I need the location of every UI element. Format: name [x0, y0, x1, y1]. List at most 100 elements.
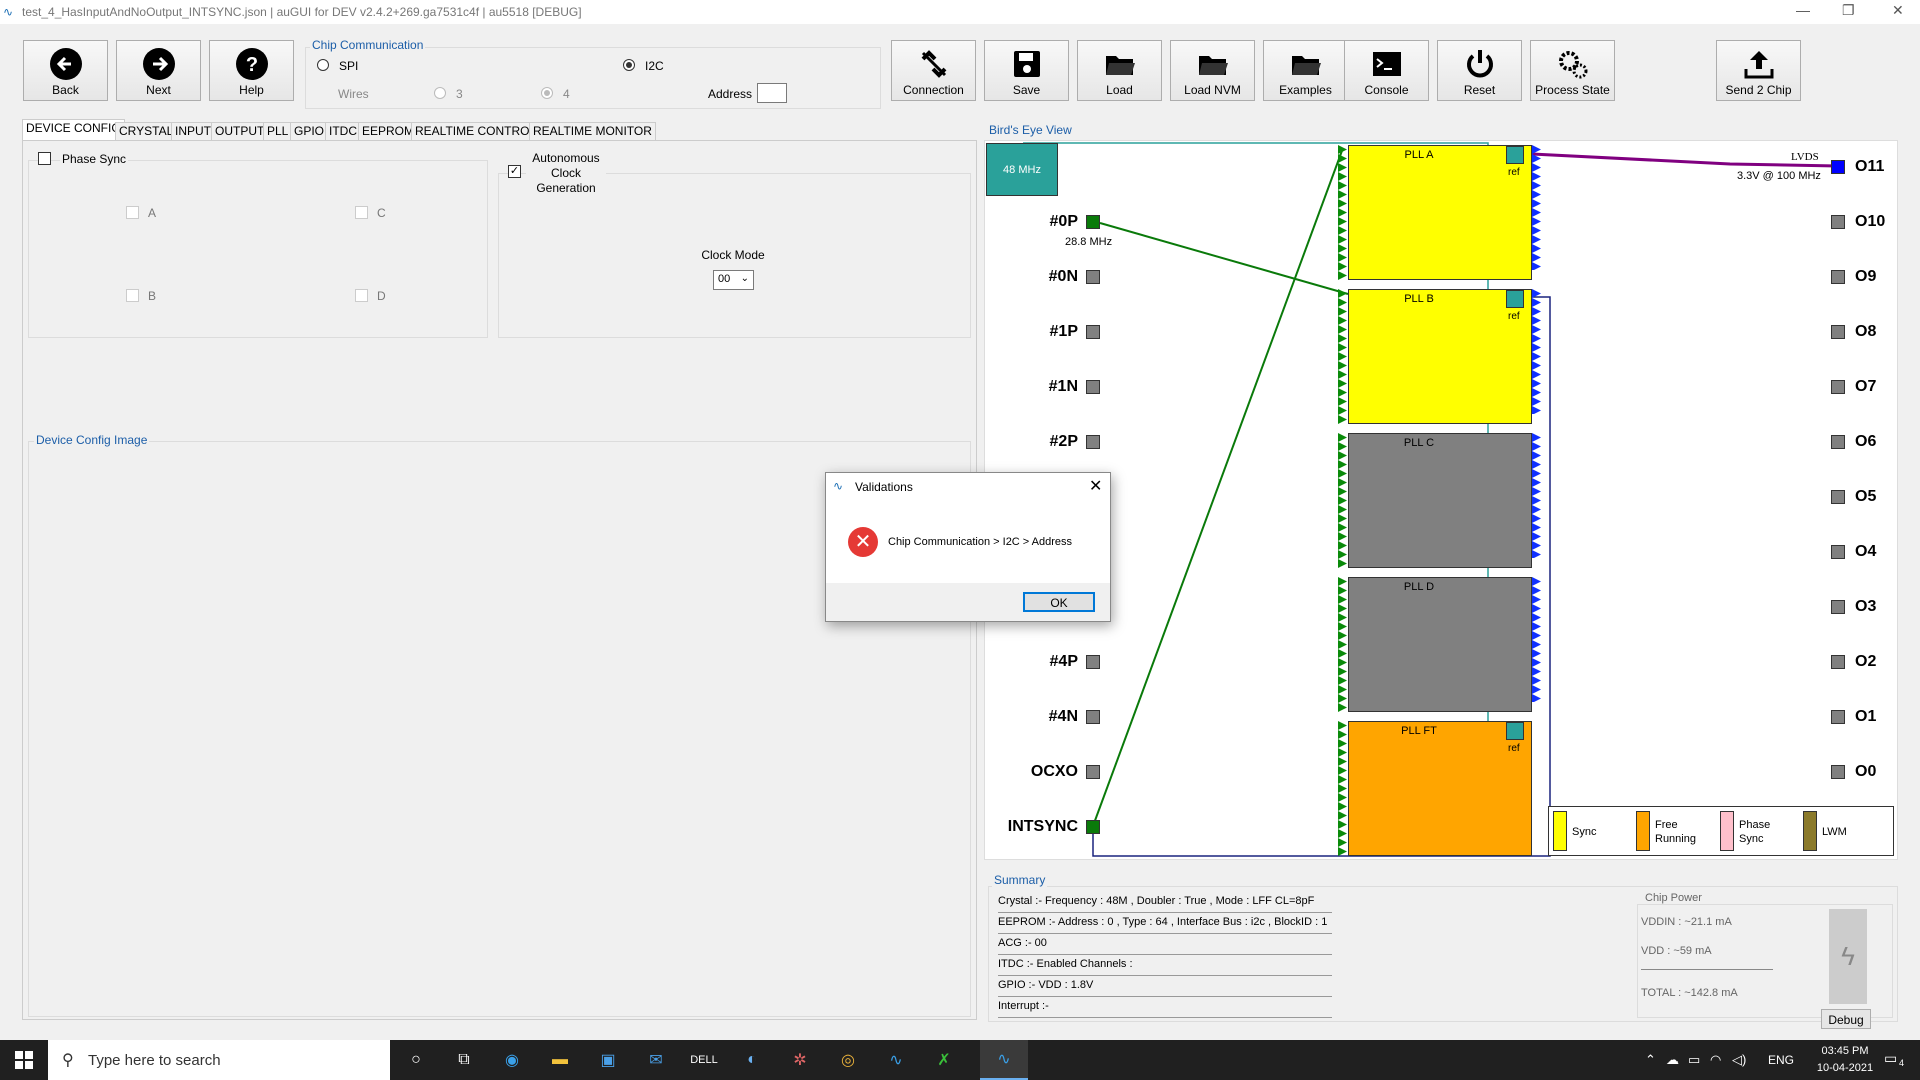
file-explorer-icon[interactable]: ▬: [536, 1040, 584, 1080]
augui-icon[interactable]: ∿: [872, 1040, 920, 1080]
tray-chevron-icon[interactable]: ⌃: [1645, 1052, 1656, 1068]
ref-label: ref: [1508, 311, 1520, 322]
wifi-icon[interactable]: ◠: [1710, 1052, 1721, 1068]
output-label: O4: [1855, 543, 1877, 560]
input-label: #4N: [1048, 708, 1078, 725]
vddin-reading: VDDIN : ~21.1 mA: [1641, 916, 1732, 928]
output-pin-o9[interactable]: [1831, 270, 1845, 284]
input-label: #1P: [1049, 323, 1078, 340]
task-view-icon[interactable]: ⧉: [440, 1040, 488, 1080]
output-label: O3: [1855, 598, 1877, 615]
output-label: O2: [1855, 653, 1877, 670]
input-label: INTSYNC: [1007, 818, 1078, 835]
cloud-icon[interactable]: ☁: [1666, 1052, 1679, 1068]
app-logo-icon: ∿: [833, 479, 844, 493]
pll-a-block[interactable]: PLL A: [1348, 145, 1532, 280]
output-pin-o11[interactable]: [1831, 160, 1845, 174]
legend-swatch-lwm: [1803, 811, 1817, 851]
pll-title: PLL A: [1404, 149, 1434, 161]
summary-row: ACG :- 00: [998, 934, 1332, 955]
ok-button[interactable]: OK: [1023, 592, 1095, 612]
clock-time[interactable]: 03:45 PM: [1810, 1045, 1880, 1057]
input-pin-intsync[interactable]: [1086, 820, 1100, 834]
augui-active-icon[interactable]: ∿: [980, 1040, 1028, 1080]
input-pin-2p[interactable]: [1086, 435, 1100, 449]
edge-browser-icon[interactable]: ◉: [488, 1040, 536, 1080]
input-label: OCXO: [1030, 763, 1078, 780]
network-app-icon[interactable]: ✲: [776, 1040, 824, 1080]
input-pin-4n[interactable]: [1086, 710, 1100, 724]
legend-swatch-sync: [1553, 811, 1567, 851]
total-reading: TOTAL : ~142.8 mA: [1641, 987, 1738, 999]
ref-label: ref: [1508, 167, 1520, 178]
output-pin-o2[interactable]: [1831, 655, 1845, 669]
cross-tool-icon[interactable]: ✗: [920, 1040, 968, 1080]
o11-freq: 3.3V @ 100 MHz: [1737, 170, 1821, 182]
pll-title: PLL D: [1403, 581, 1435, 593]
output-pin-o1[interactable]: [1831, 710, 1845, 724]
notification-count: 4: [1899, 1058, 1905, 1068]
legend-label: Sync: [1572, 826, 1597, 838]
summary-row: Crystal :- Frequency : 48M , Doubler : T…: [998, 892, 1332, 913]
chrome-icon[interactable]: ◎: [824, 1040, 872, 1080]
output-label: O11: [1855, 158, 1885, 175]
summary-row: ITDC :- Enabled Channels :: [998, 955, 1332, 976]
outlook-icon[interactable]: ◐: [728, 1040, 776, 1080]
search-placeholder: Type here to search: [88, 1052, 221, 1069]
summary-row: Interrupt :-: [998, 997, 1332, 1018]
pll-ft-block[interactable]: PLL FT: [1348, 721, 1532, 856]
pll-c-block[interactable]: PLL C: [1348, 433, 1532, 568]
debug-button[interactable]: Debug: [1821, 1009, 1871, 1029]
output-pin-o10[interactable]: [1831, 215, 1845, 229]
output-pin-o5[interactable]: [1831, 490, 1845, 504]
windows-start-icon[interactable]: [0, 1040, 48, 1080]
pll-d-block[interactable]: PLL D: [1348, 577, 1532, 712]
output-pin-o4[interactable]: [1831, 545, 1845, 559]
validations-dialog: ∿ Validations ✕ ✕ Chip Communication > I…: [825, 472, 1111, 622]
output-label: O1: [1855, 708, 1877, 725]
intsync-wire: [1092, 147, 1344, 827]
pll-b-block[interactable]: PLL B: [1348, 289, 1532, 424]
input-pin-0p[interactable]: [1086, 215, 1100, 229]
clock-date[interactable]: 10-04-2021: [1806, 1062, 1884, 1074]
input-label: #2P: [1049, 433, 1078, 450]
output-pin-o7[interactable]: [1831, 380, 1845, 394]
lightning-icon[interactable]: ϟ: [1829, 909, 1867, 1004]
cortana-icon[interactable]: ○: [392, 1040, 440, 1080]
input-pin-0n[interactable]: [1086, 270, 1100, 284]
input0-freq: 28.8 MHz: [1065, 236, 1113, 248]
crystal-block[interactable]: 48 MHz: [986, 143, 1058, 196]
input-pin-4p[interactable]: [1086, 655, 1100, 669]
dialog-close-icon[interactable]: ✕: [1089, 476, 1102, 496]
language-indicator[interactable]: ENG: [1768, 1053, 1794, 1067]
input-pin-1n[interactable]: [1086, 380, 1100, 394]
mail-icon[interactable]: ✉: [632, 1040, 680, 1080]
input-pin-ocxo[interactable]: [1086, 765, 1100, 779]
input-label: #0P: [1049, 213, 1078, 230]
store-icon[interactable]: ▣: [584, 1040, 632, 1080]
taskbar-search-box[interactable]: ⚲ Type here to search: [48, 1040, 390, 1080]
summary-row: EEPROM :- Address : 0 , Type : 64 , Inte…: [998, 913, 1332, 934]
output-pin-o6[interactable]: [1831, 435, 1845, 449]
ref-label: ref: [1508, 743, 1520, 754]
output-pin-o0[interactable]: [1831, 765, 1845, 779]
legend-swatch-free-running: [1636, 811, 1650, 851]
output-pin-o3[interactable]: [1831, 600, 1845, 614]
pll-b-ref[interactable]: [1506, 290, 1524, 308]
output-pin-o8[interactable]: [1831, 325, 1845, 339]
legend-label: LWM: [1822, 826, 1847, 838]
output-label: O10: [1855, 213, 1886, 230]
legend-label: Free Running: [1655, 819, 1696, 845]
output-label: O8: [1855, 323, 1877, 340]
input-pin-1p[interactable]: [1086, 325, 1100, 339]
volume-icon[interactable]: ◁): [1732, 1052, 1746, 1068]
output-label: O7: [1855, 378, 1877, 395]
dell-icon[interactable]: DELL: [680, 1040, 728, 1080]
notification-icon[interactable]: ▭: [1884, 1050, 1897, 1067]
pll-a-ref[interactable]: [1506, 146, 1524, 164]
pll-ft-ref[interactable]: [1506, 722, 1524, 740]
search-icon: ⚲: [62, 1052, 74, 1069]
vdd-reading: VDD : ~59 mA: [1641, 945, 1712, 957]
o11-type: LVDS: [1791, 151, 1819, 163]
battery-icon[interactable]: ▭: [1688, 1052, 1700, 1068]
